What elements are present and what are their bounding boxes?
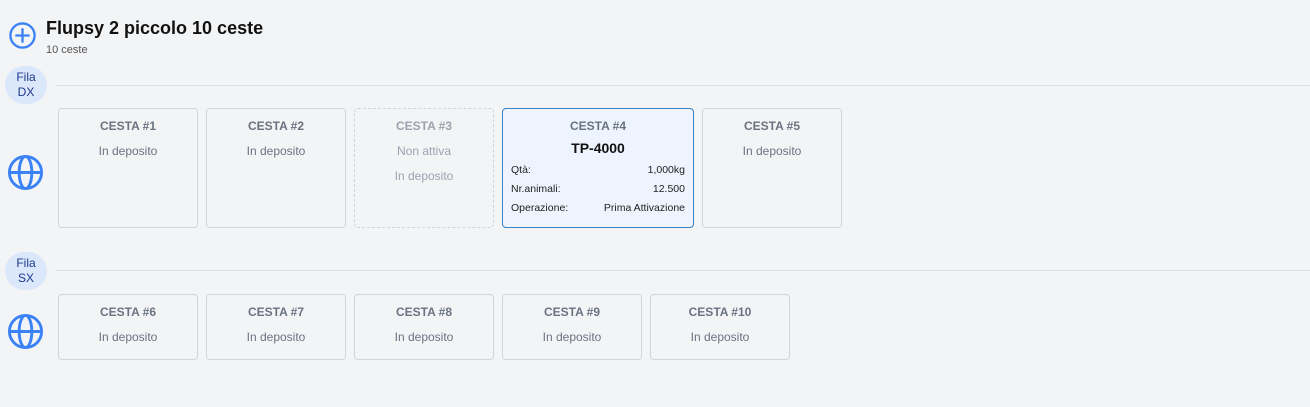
basket-name: CESTA #3 (395, 119, 452, 133)
basket-card-8[interactable]: CESTA #8 In deposito (354, 294, 494, 360)
basket-name: CESTA #8 (395, 305, 452, 319)
basket-card-2[interactable]: CESTA #2 In deposito (206, 108, 346, 228)
basket-status: In deposito (246, 144, 306, 158)
basket-name: CESTA #6 (99, 305, 156, 319)
basket-card-3[interactable]: CESTA #3 Non attiva In deposito (354, 108, 494, 228)
basket-status: In deposito (542, 330, 602, 344)
basket-status: In deposito (394, 330, 454, 344)
globe-icon (7, 313, 44, 350)
row-badge-line2: DX (17, 85, 35, 99)
basket-card-10[interactable]: CESTA #10 In deposito (650, 294, 790, 360)
basket-card-4[interactable]: CESTA #4 TP-4000 Qtà: 1,000kg Nr.animali… (502, 108, 694, 228)
qty-label: Qtà: (511, 164, 531, 176)
row-divider (56, 270, 1310, 271)
basket-name: CESTA #4 (569, 119, 626, 133)
basket-status: In deposito (246, 330, 306, 344)
operation-label: Operazione: (511, 202, 569, 214)
page-subtitle: 10 ceste (46, 44, 88, 56)
row-divider (56, 85, 1310, 86)
basket-name: CESTA #7 (247, 305, 304, 319)
basket-card-9[interactable]: CESTA #9 In deposito (502, 294, 642, 360)
animals-label: Nr.animali: (511, 183, 561, 195)
basket-status: In deposito (742, 144, 802, 158)
basket-card-5[interactable]: CESTA #5 In deposito (702, 108, 842, 228)
add-circle-icon[interactable] (8, 21, 37, 50)
basket-operation-row: Operazione: Prima Attivazione (503, 202, 693, 214)
basket-qty-row: Qtà: 1,000kg (503, 164, 693, 176)
basket-name: CESTA #5 (743, 119, 800, 133)
basket-card-6[interactable]: CESTA #6 In deposito (58, 294, 198, 360)
basket-status: In deposito (690, 330, 750, 344)
animals-value: 12.500 (652, 183, 685, 195)
basket-animals-row: Nr.animali: 12.500 (503, 183, 693, 195)
basket-name: CESTA #10 (688, 305, 752, 319)
operation-value: Prima Attivazione (603, 202, 685, 214)
basket-code: TP-4000 (571, 140, 625, 156)
basket-card-7[interactable]: CESTA #7 In deposito (206, 294, 346, 360)
basket-name: CESTA #2 (247, 119, 304, 133)
row-badge-line1: Fila (16, 70, 36, 84)
row-badge-line1: Fila (16, 256, 36, 270)
basket-card-1[interactable]: CESTA #1 In deposito (58, 108, 198, 228)
basket-status: Non attiva (396, 144, 452, 158)
basket-status: In deposito (98, 330, 158, 344)
qty-value: 1,000kg (647, 164, 685, 176)
basket-name: CESTA #1 (99, 119, 156, 133)
globe-icon (7, 154, 44, 191)
basket-status: In deposito (98, 144, 158, 158)
row-badge-sx: Fila SX (5, 252, 47, 290)
row-badge-line2: SX (17, 271, 34, 285)
basket-status-secondary: In deposito (394, 169, 454, 183)
basket-name: CESTA #9 (543, 305, 600, 319)
page-title: Flupsy 2 piccolo 10 ceste (46, 18, 264, 38)
row-badge-dx: Fila DX (5, 66, 47, 104)
